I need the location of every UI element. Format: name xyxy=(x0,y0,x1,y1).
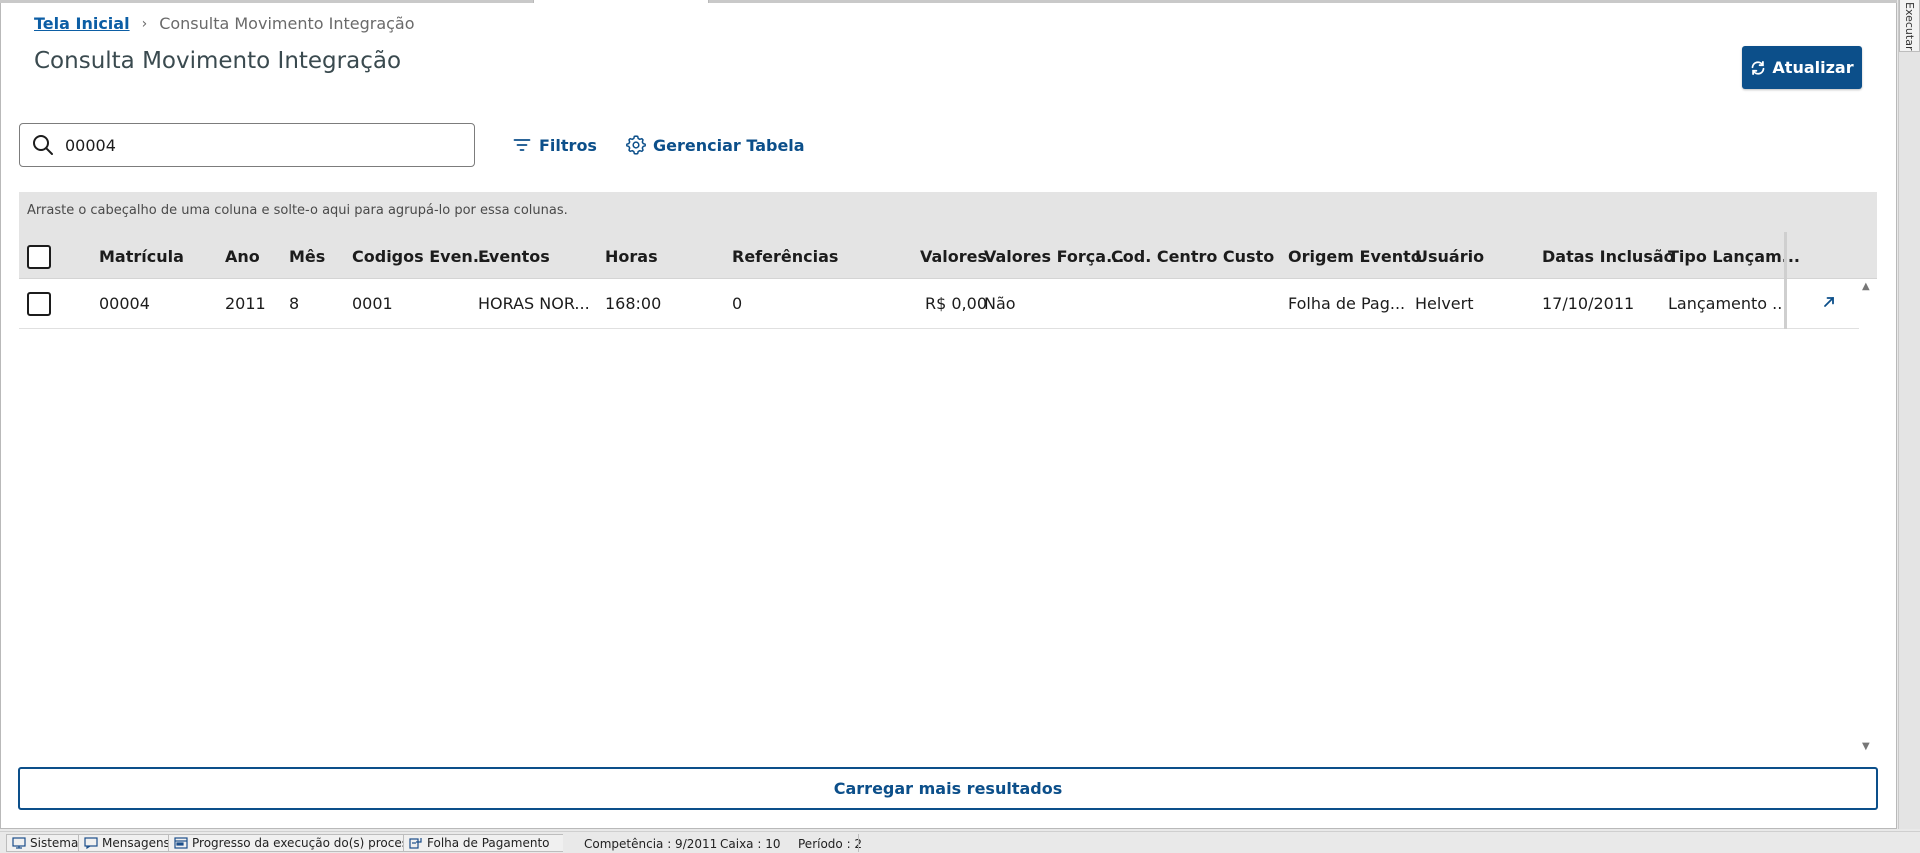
cell-ano: 2011 xyxy=(225,294,266,313)
status-mensagens-button[interactable]: Mensagens xyxy=(78,834,176,852)
column-header-horas[interactable]: Horas xyxy=(605,247,658,266)
manage-table-button[interactable]: Gerenciar Tabela xyxy=(626,132,805,158)
column-header-usuario[interactable]: Usuário xyxy=(1415,247,1484,266)
open-detail-icon xyxy=(1824,297,1834,307)
breadcrumb-separator: › xyxy=(141,15,148,32)
column-header-tipo-lancamento[interactable]: Tipo Lançam... xyxy=(1668,247,1800,266)
breadcrumb-home-link[interactable]: Tela Inicial xyxy=(34,14,130,33)
column-header-referencias[interactable]: Referências xyxy=(732,247,838,266)
sticky-column-divider xyxy=(1784,232,1787,329)
refresh-button[interactable]: Atualizar xyxy=(1742,46,1862,89)
status-competencia: Competência : 9/2011 xyxy=(584,837,718,851)
cell-origem-evento: Folha de Pag... xyxy=(1288,294,1406,313)
select-all-checkbox[interactable] xyxy=(27,245,51,269)
top-tab-strip xyxy=(0,0,1897,3)
cell-mes: 8 xyxy=(289,294,300,313)
filters-label: Filtros xyxy=(539,135,597,155)
cell-matricula: 00004 xyxy=(99,294,150,313)
status-caixa: Caixa : 10 xyxy=(720,837,781,851)
filters-button[interactable]: Filtros xyxy=(512,132,597,158)
status-sistema-label: Sistema xyxy=(30,836,79,850)
load-more-button[interactable]: Carregar mais resultados xyxy=(18,767,1878,810)
search-input[interactable] xyxy=(65,135,445,155)
filter-icon xyxy=(513,139,531,151)
column-header-mes[interactable]: Mês xyxy=(289,247,325,266)
column-header-cod-centro-custo[interactable]: Cod. Centro Custo xyxy=(1111,247,1274,266)
status-sistema-button[interactable]: Sistema xyxy=(6,834,85,852)
status-progresso-button[interactable]: Progresso da execução do(s) processo(s) xyxy=(168,834,444,852)
gear-icon xyxy=(626,135,646,155)
load-more-label: Carregar mais resultados xyxy=(833,779,1063,798)
manage-table-label: Gerenciar Tabela xyxy=(653,135,805,155)
column-header-valores-forcados[interactable]: Valores Força... xyxy=(984,247,1124,266)
table-header: Matrícula Ano Mês Codigos Even... Evento… xyxy=(19,232,1877,279)
group-by-dropzone[interactable]: Arraste o cabeçalho de uma coluna e solt… xyxy=(19,192,1877,232)
status-bar: Sistema Mensagens Progresso da execução … xyxy=(0,831,1920,853)
cell-datas-inclusao: 17/10/2011 xyxy=(1542,294,1635,313)
status-mensagens-label: Mensagens xyxy=(102,836,170,850)
status-periodo: Período : 2 xyxy=(798,837,863,851)
table-row[interactable]: 00004 2011 8 0001 HORAS NOR... 168:00 0 … xyxy=(19,279,1859,329)
refresh-label: Atualizar xyxy=(1772,58,1854,77)
scroll-down-arrow[interactable]: ▼ xyxy=(1862,741,1870,752)
breadcrumb: Tela Inicial › Consulta Movimento Integr… xyxy=(34,14,415,33)
column-header-matricula[interactable]: Matrícula xyxy=(99,247,184,266)
right-side-panel xyxy=(1898,0,1920,829)
status-modulo-label: Folha de Pagamento xyxy=(427,836,550,850)
executar-side-tab[interactable]: Executar xyxy=(1899,0,1920,52)
cell-valores-forcados: Não xyxy=(984,294,1016,313)
message-icon xyxy=(84,837,98,849)
status-modulo-button[interactable]: Folha de Pagamento xyxy=(403,834,563,852)
cell-referencias: 0 xyxy=(732,294,743,313)
search-field[interactable] xyxy=(19,123,475,167)
payroll-module-icon xyxy=(409,838,422,849)
cell-usuario: Helvert xyxy=(1415,294,1474,313)
progress-window-icon xyxy=(174,837,188,849)
active-top-tab[interactable] xyxy=(533,0,709,3)
column-header-valores[interactable]: Valores xyxy=(920,247,987,266)
search-icon xyxy=(33,135,53,155)
monitor-icon xyxy=(12,837,26,849)
column-header-datas-inclusao[interactable]: Datas Inclusão xyxy=(1542,247,1675,266)
refresh-icon xyxy=(1752,60,1765,75)
row-select-checkbox[interactable] xyxy=(27,292,51,316)
column-header-codigos-eventos[interactable]: Codigos Even... xyxy=(352,247,491,266)
column-header-ano[interactable]: Ano xyxy=(225,247,260,266)
scroll-up-arrow[interactable]: ▲ xyxy=(1862,281,1870,292)
cell-tipo-lancamento: Lançamento ... xyxy=(1668,294,1788,313)
row-open-button[interactable] xyxy=(1816,289,1842,315)
cell-valores: R$ 0,00 xyxy=(924,294,987,313)
breadcrumb-current: Consulta Movimento Integração xyxy=(159,14,415,33)
group-by-hint: Arraste o cabeçalho de uma coluna e solt… xyxy=(27,203,568,218)
status-divider xyxy=(858,834,859,852)
executar-label: Executar xyxy=(1903,2,1916,51)
page-title: Consulta Movimento Integração xyxy=(34,48,402,74)
cell-horas: 168:00 xyxy=(605,294,662,313)
column-header-eventos[interactable]: Eventos xyxy=(478,247,550,266)
cell-eventos: HORAS NOR... xyxy=(478,294,590,313)
cell-codigos-eventos: 0001 xyxy=(352,294,393,313)
status-progresso-label: Progresso da execução do(s) processo(s) xyxy=(192,836,438,850)
column-header-origem-evento[interactable]: Origem Evento xyxy=(1288,247,1422,266)
